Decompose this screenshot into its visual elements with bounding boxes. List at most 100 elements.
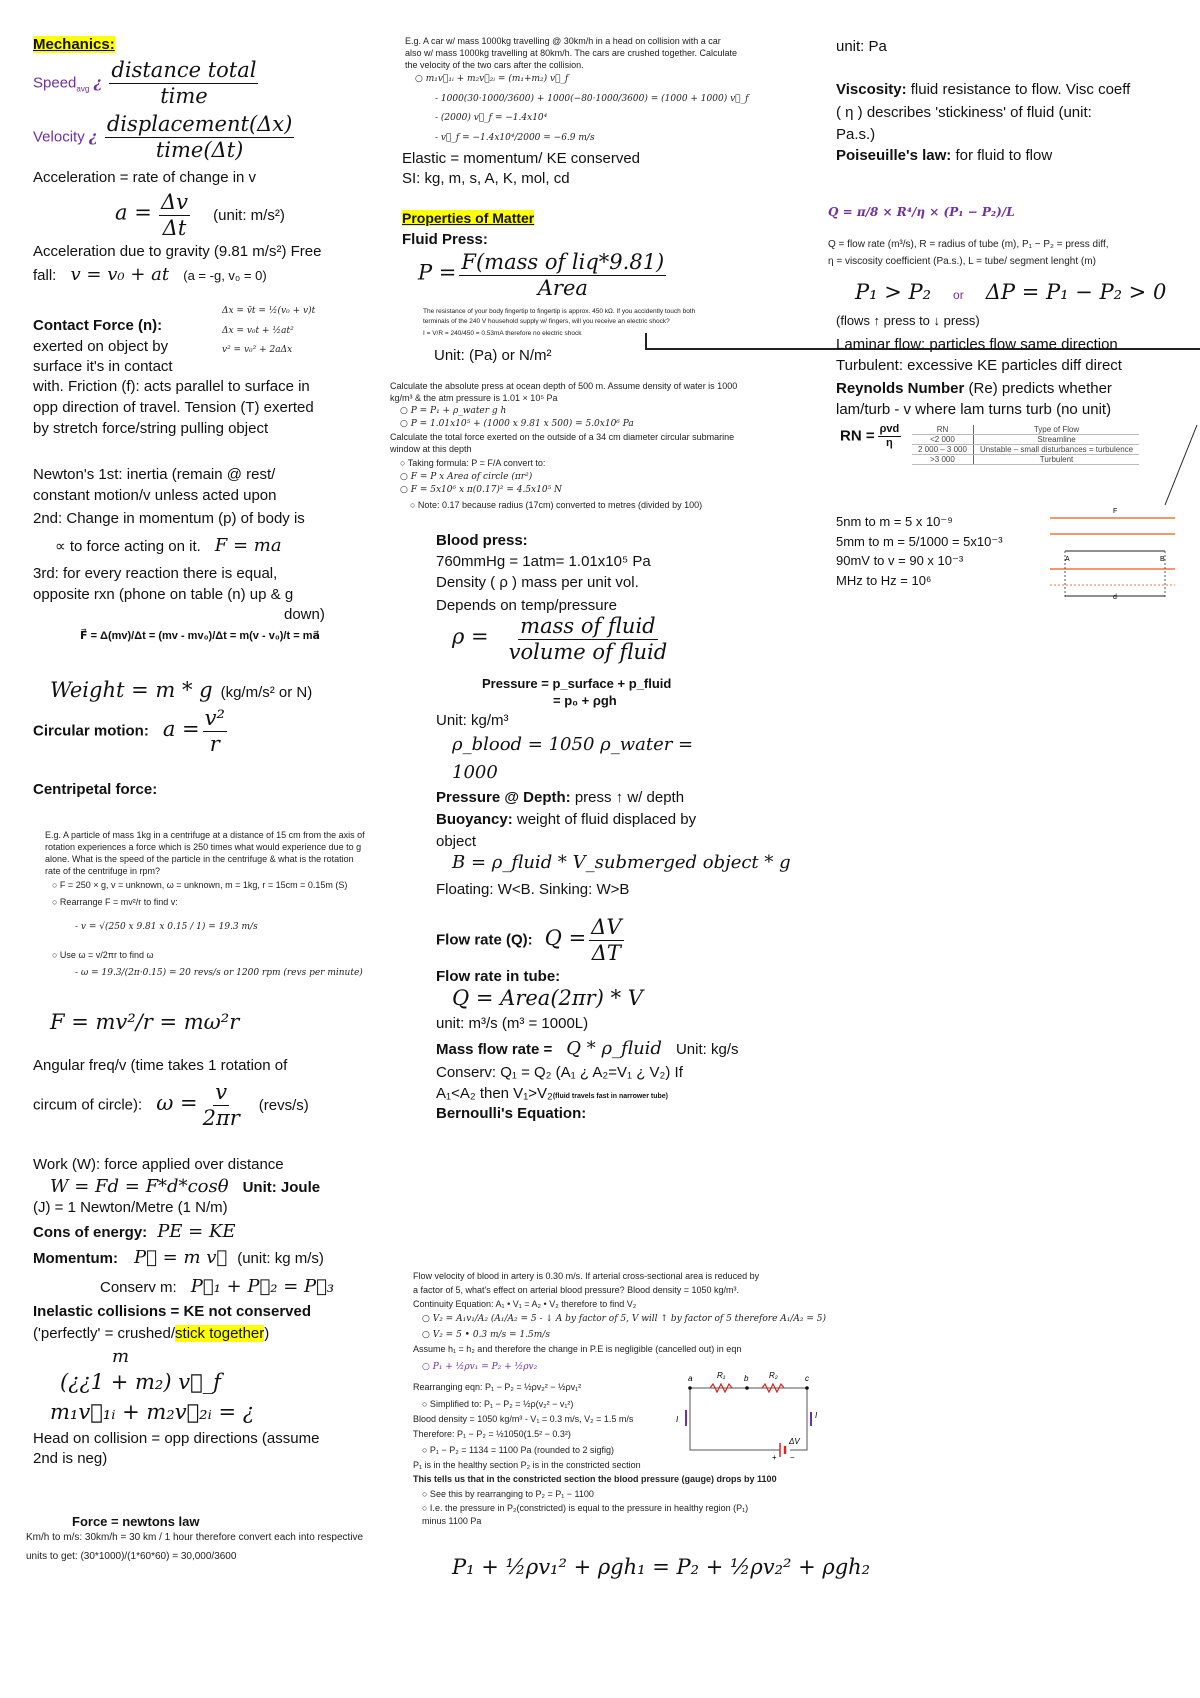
laminar-flow-diagram: F A B d: [1050, 424, 1198, 600]
viscosity-line2: ( η ) describes 'stickiness' of fluid (u…: [836, 104, 1092, 121]
headon-line: Head on collision = opp directions (assu…: [33, 1430, 320, 1447]
object-line: object: [436, 833, 477, 850]
node-a: a: [688, 1374, 693, 1383]
centrifuge-example: rate of the centrifuge in rpm?: [45, 866, 161, 876]
newton-1-line2: constant motion/v unless acted upon: [33, 487, 277, 504]
cell: >3 000: [912, 454, 974, 465]
rho-formula: ρ = mass of fluid volume of fluid: [452, 614, 672, 665]
speed-sub: avg: [76, 84, 90, 94]
buoyancy-formula: B = ρ_fluid * V_submerged object * g: [452, 852, 791, 873]
si-line: SI: kg, m, s, A, K, mol, cd: [402, 170, 570, 187]
flow-label: Flow rate (Q):: [436, 931, 533, 949]
mass-flow-label: Mass flow rate =: [436, 1041, 553, 1058]
blood-example-9: Blood density = 1050 kg/m³ - V₁ = 0.3 m/…: [413, 1414, 634, 1424]
inverted-question: ¿: [88, 127, 98, 146]
elastic-line: Elastic = momentum/ KE conserved: [402, 150, 641, 167]
accel-num: Δv: [158, 190, 190, 217]
mechanics-heading: Mechanics:: [33, 36, 115, 54]
delta-p: ΔP = P₁ − P₂ > 0: [985, 280, 1167, 304]
resistance-example: The resistance of your body fingertip to…: [423, 308, 696, 315]
header-rn: RN: [912, 425, 974, 435]
energy-line: Cons of energy: PE = KE: [33, 1221, 236, 1243]
newton-3-line2: opposite rxn (phone on table (n) up & g: [33, 586, 294, 603]
poiseuille-label: Poiseuille's law:: [836, 147, 952, 164]
buoyancy-text: weight of fluid displaced by: [512, 811, 697, 828]
angular-lhs: ω =: [156, 1090, 198, 1115]
angular-fraction: v 2πr: [201, 1080, 242, 1131]
p-num: F(mass of liq*9.81): [459, 250, 667, 277]
velocity-num: displacement(Δx): [104, 112, 295, 139]
circular-fraction: v² r: [202, 706, 227, 757]
p1-gt-p2: P₁ > P₂: [855, 280, 932, 304]
buoyancy-label: Buoyancy:: [436, 811, 513, 828]
poiseuille-line: Poiseuille's law: for fluid to flow: [836, 147, 1052, 165]
node-c: c: [805, 1374, 809, 1383]
i-right-label: I: [815, 1411, 818, 1420]
flow-den: ΔT: [591, 941, 621, 966]
momentum-line: Momentum: P⃗ = m v⃗ (unit: kg m/s): [33, 1247, 324, 1269]
speed-den: time: [160, 84, 208, 109]
centrifuge-example: ○ Rearrange F = mv²/r to find v:: [52, 897, 178, 907]
conversion-line: 5nm to m = 5 x 10⁻⁹: [836, 514, 953, 529]
angular-unit: (revs/s): [258, 1096, 309, 1114]
circuit-diagram: a b c R₁ R₂ ΔV + − I I: [676, 1371, 818, 1460]
p-lhs: P =: [418, 260, 457, 285]
connector-line: [645, 333, 647, 349]
newton-1-line: Newton's 1st: inertia (remain @ rest/: [33, 466, 276, 483]
angular-line2: circum of circle): ω = v 2πr (revs/s): [33, 1080, 309, 1131]
conserv-flow-note: (fluid travels fast in narrower tube): [552, 1093, 668, 1100]
conversion-line: 5mm to m = 5/1000 = 5x10⁻³: [836, 534, 1003, 549]
mmhg-line: 760mmHg = 1atm= 1.01x10⁵ Pa: [436, 553, 651, 570]
properties-text: Properties of Matter: [402, 210, 535, 226]
accel-lhs: a =: [115, 200, 152, 225]
viscosity-line: Viscosity: fluid resistance to flow. Vis…: [836, 81, 1130, 99]
flow-rate-line: Flow rate (Q): Q = ΔV ΔT: [436, 915, 627, 966]
kinematic-eq-1: Δx = v̄t = ½(v₀ + v)t: [222, 306, 316, 316]
poiseuille-text: for fluid to flow: [951, 147, 1053, 164]
flow-lhs: Q =: [544, 925, 587, 950]
pressure-eq-1: Pressure = p_surface + p_fluid: [482, 676, 672, 691]
accel-fraction: Δv Δt: [158, 190, 190, 241]
pressure-eq-2: = p₀ + ρgh: [553, 693, 617, 708]
weight-unit: (kg/m/s² or N): [220, 684, 313, 701]
contact-line: exerted on object by: [33, 338, 169, 355]
centrifuge-example: alone. What is the speed of the particle…: [45, 854, 354, 864]
circular-lhs: a =: [162, 716, 200, 741]
minus-label: −: [790, 1453, 795, 1460]
mechanics-text: Mechanics:: [33, 36, 115, 53]
cell: <2 000: [912, 434, 974, 445]
contact-force-heading: Contact Force (n):: [33, 317, 163, 334]
momentum-label: Momentum:: [33, 1250, 118, 1267]
contact-line: surface it's in contact: [33, 358, 173, 375]
contact-line: with. Friction (f): acts parallel to sur…: [33, 378, 310, 395]
speed-label: Speed: [33, 74, 77, 92]
viscosity-text: fluid resistance to flow. Visc coeff: [906, 81, 1131, 98]
poiseuille-def-1: Q = flow rate (m³/s), R = radius of tube…: [828, 239, 1109, 250]
gravity-formula: v = v₀ + at: [70, 264, 170, 285]
momentum-unit: (unit: kg m/s): [237, 1250, 324, 1267]
acceleration-text: Acceleration = rate of change in v: [33, 169, 257, 186]
energy-formula: PE = KE: [157, 1221, 236, 1242]
blood-example-0: Flow velocity of blood in artery is 0.30…: [413, 1271, 760, 1281]
fall-label: fall:: [33, 267, 57, 284]
blood-example-6: ○ P₁ + ½ρv₁ = P₂ + ½ρv₂: [422, 1362, 538, 1372]
flow-unit-line: unit: m³/s (m³ = 1000L): [436, 1015, 589, 1032]
rho-num: mass of fluid: [518, 614, 658, 641]
label-f: F: [1113, 508, 1117, 515]
label-d: d: [1113, 594, 1117, 600]
bernoulli-heading: Bernoulli's Equation:: [436, 1105, 587, 1122]
contact-line: opp direction of travel. Tension (T) exe…: [33, 399, 314, 416]
density-line: Density ( ρ ) mass per unit vol.: [436, 574, 639, 591]
kmh-line2: units to get: (30*1000)/(1*60*60) = 30,0…: [26, 1551, 237, 1562]
car-example: - 1000(30·1000/3600) + 1000(−80·1000/360…: [435, 94, 749, 104]
reynolds-label: Reynolds Number: [836, 380, 965, 397]
turbulent-line: Turbulent: excessive KE particles diff d…: [836, 357, 1122, 374]
car-example: ○ m₁v⃗₁ᵢ + m₂v⃗₂ᵢ = (m₁+m₂) v⃗_f: [415, 74, 569, 84]
flow-tube-formula: Q = Area(2πr) * V: [452, 986, 643, 1010]
blood-example-16: minus 1100 Pa: [422, 1516, 482, 1526]
rho-lhs: ρ =: [452, 624, 489, 649]
kinematic-eq-3: v² = v₀² + 2aΔx: [222, 345, 293, 355]
blood-example-14: ○ See this by rearranging to P₂ = P₁ − 1…: [422, 1489, 594, 1499]
kinematic-eq-2: Δx = v₀t + ½at²: [222, 326, 294, 336]
newton-2-formula: F = ma: [214, 535, 282, 556]
